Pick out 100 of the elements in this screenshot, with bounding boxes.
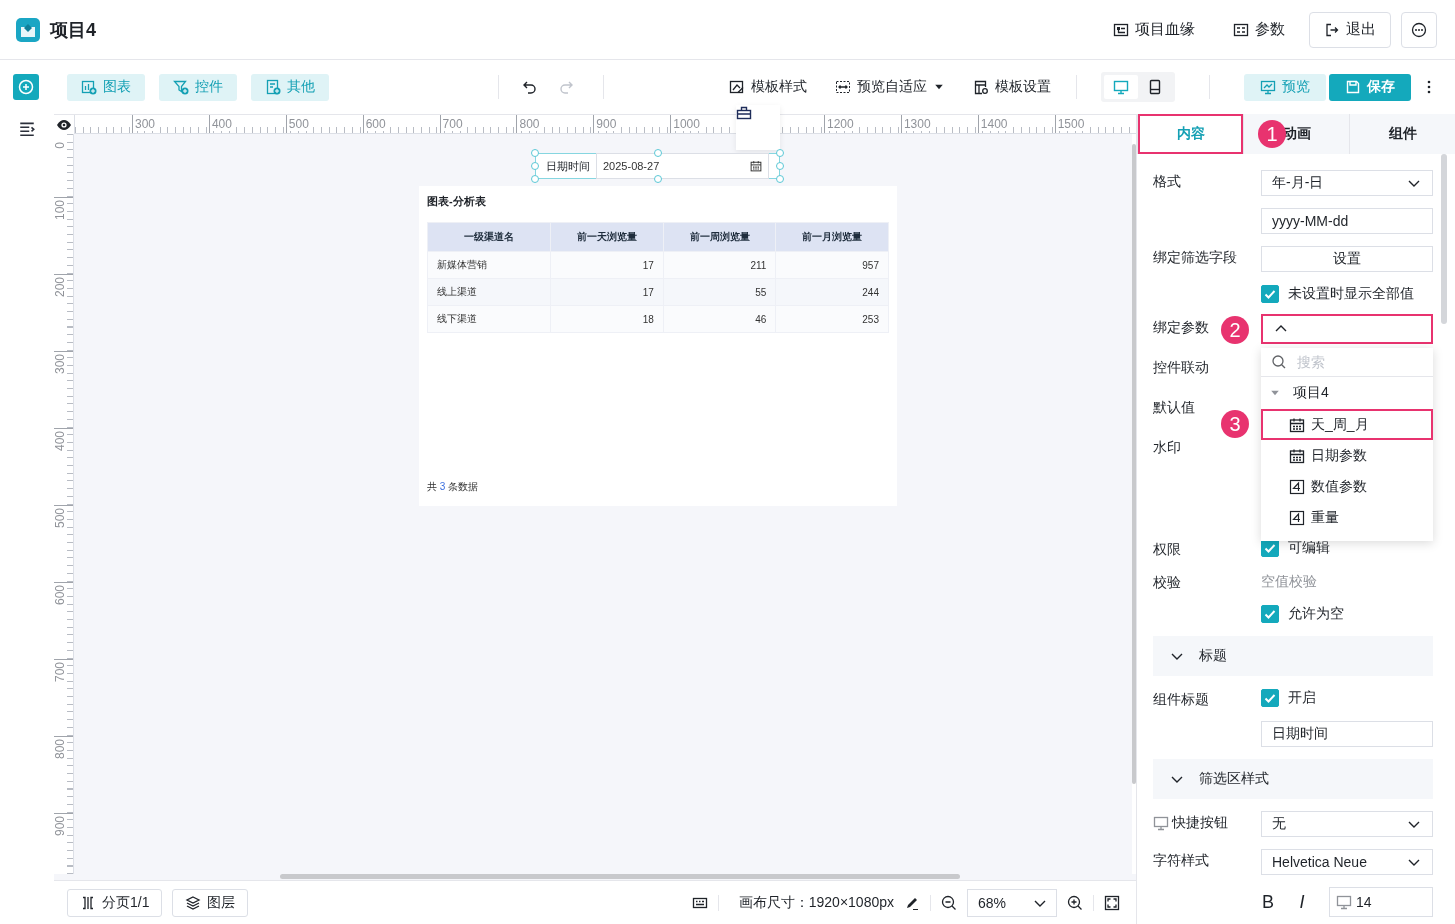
scrollbar[interactable] <box>1132 144 1136 784</box>
column-header: 前一月浏览量 <box>775 222 889 252</box>
section-header[interactable]: 标题 <box>1153 636 1433 676</box>
field-label: 水印 <box>1153 439 1181 457</box>
add-button[interactable] <box>13 74 39 100</box>
logo-icon <box>16 17 40 42</box>
toolbox-button[interactable] <box>736 105 780 150</box>
bold-button[interactable]: B <box>1261 891 1275 913</box>
table-cell: 46 <box>663 305 776 333</box>
layers-button[interactable]: 图层 <box>172 888 249 917</box>
ruler-label: 600 <box>363 118 386 131</box>
ruler-label: 700 <box>440 118 463 131</box>
add-icon <box>18 79 34 95</box>
field-label: 字符样式 <box>1153 852 1209 870</box>
font-size-field[interactable]: 14 <box>1329 887 1433 917</box>
resize-handle[interactable] <box>653 149 662 157</box>
table-cell: 55 <box>663 278 776 306</box>
calendar-icon <box>1289 447 1305 464</box>
column-header: 前一周浏览量 <box>663 222 776 252</box>
calendar-icon <box>1289 416 1305 433</box>
tree-item[interactable]: 项目4 <box>1261 377 1433 409</box>
table-cell: 线上渠道 <box>427 278 551 306</box>
number-icon <box>1289 478 1305 495</box>
field-label: 权限 <box>1153 541 1181 559</box>
select-field[interactable]: 年-月-日 <box>1261 170 1433 196</box>
canvas-size-text: 画布尺寸：1920×1080px <box>738 893 894 912</box>
row-count-text: 共 3 条数据 <box>427 480 480 494</box>
pages-button[interactable]: 分页1/1 <box>67 888 163 917</box>
checkbox-label: 允许为空 <box>1288 605 1344 623</box>
search-icon <box>1271 354 1287 370</box>
field-label: 绑定筛选字段 <box>1153 249 1237 267</box>
checkbox-label: 可编辑 <box>1288 539 1330 557</box>
italic-button[interactable]: I <box>1295 891 1309 913</box>
toolbar-button[interactable]: 预览自适应 <box>835 78 945 96</box>
tree-item[interactable]: 重量 <box>1261 502 1433 533</box>
lineage-button[interactable]: 项目血缘 <box>1099 11 1209 48</box>
outline-icon[interactable] <box>18 120 36 138</box>
calendar-icon <box>750 160 762 172</box>
more-icon <box>1411 21 1427 38</box>
field-label: 格式 <box>1153 173 1181 191</box>
more-button[interactable] <box>1401 11 1437 48</box>
ruler-label: 900 <box>594 118 617 131</box>
checkbox[interactable] <box>1261 689 1279 707</box>
ruler-label: 800 <box>517 118 540 131</box>
select-field[interactable]: Helvetica Neue <box>1261 849 1433 875</box>
redo-icon <box>558 79 574 95</box>
set-button[interactable]: 设置 <box>1261 246 1433 272</box>
field-label: 默认值 <box>1153 399 1195 417</box>
field-label: 校验 <box>1153 574 1181 592</box>
monitor-icon <box>1260 79 1276 95</box>
checkbox[interactable] <box>1261 285 1279 303</box>
select-field[interactable]: 无 <box>1261 811 1433 837</box>
section-header[interactable]: 筛选区样式 <box>1153 759 1433 799</box>
scrollbar[interactable] <box>1441 154 1447 324</box>
column-header: 一级渠道名 <box>427 222 551 252</box>
text-field[interactable]: 日期时间 <box>1261 721 1433 747</box>
select-field[interactable] <box>1261 314 1433 344</box>
table-cell: 18 <box>550 305 664 333</box>
field-label: 日期时间 <box>546 158 590 174</box>
section-title: 标题 <box>1199 647 1227 665</box>
resize-handle[interactable] <box>653 175 662 183</box>
annotation-marker: 1 <box>1258 120 1286 148</box>
text-field[interactable]: yyyy-MM-dd <box>1261 208 1433 234</box>
section-title: 筛选区样式 <box>1199 770 1269 788</box>
params-button[interactable]: 参数 <box>1219 11 1299 48</box>
annotation-marker: 3 <box>1221 410 1249 438</box>
field-label: 绑定参数 <box>1153 319 1209 337</box>
toolbar-button[interactable]: 模板设置 <box>973 78 1051 96</box>
zoom-out-icon[interactable] <box>941 894 957 911</box>
number-icon <box>1289 509 1305 526</box>
template-style-icon <box>729 79 745 95</box>
tree-item[interactable]: 天_周_月 <box>1261 409 1433 440</box>
table-cell: 957 <box>775 251 889 279</box>
zoom-in-icon[interactable] <box>1067 894 1083 911</box>
save-icon <box>1345 79 1361 95</box>
diagram-icon <box>1113 21 1129 38</box>
date-field[interactable]: 2025-08-27 <box>596 153 769 179</box>
ruler-label: 400 <box>209 118 232 131</box>
exit-button[interactable]: 退出 <box>1309 11 1391 48</box>
tab[interactable]: 组件 <box>1350 114 1455 154</box>
zoom-select[interactable]: 68% <box>967 888 1057 917</box>
hint-text: 空值校验 <box>1261 573 1317 589</box>
scrollbar[interactable] <box>280 874 960 879</box>
column-header: 前一天浏览量 <box>550 222 664 252</box>
ruler-label: 1500 <box>1055 118 1085 131</box>
table-title: 图表-分析表 <box>427 194 487 209</box>
tree-item[interactable]: 日期参数 <box>1261 440 1433 471</box>
ruler-label: 1300 <box>901 118 931 131</box>
toolbar-button[interactable]: 模板样式 <box>729 78 807 96</box>
tree-item[interactable]: 数值参数 <box>1261 471 1433 502</box>
ruler-label: 1400 <box>978 118 1008 131</box>
checkbox[interactable] <box>1261 605 1279 623</box>
table-cell: 244 <box>775 278 889 306</box>
monitor-icon <box>1336 894 1352 910</box>
desktop-icon <box>1113 79 1129 95</box>
field-label: 组件标题 <box>1153 691 1209 709</box>
table-cell: 253 <box>775 305 889 333</box>
ruler-label: 300 <box>133 118 156 131</box>
project-title: 项目4 <box>50 18 96 42</box>
fit-screen-icon[interactable] <box>1104 894 1120 911</box>
